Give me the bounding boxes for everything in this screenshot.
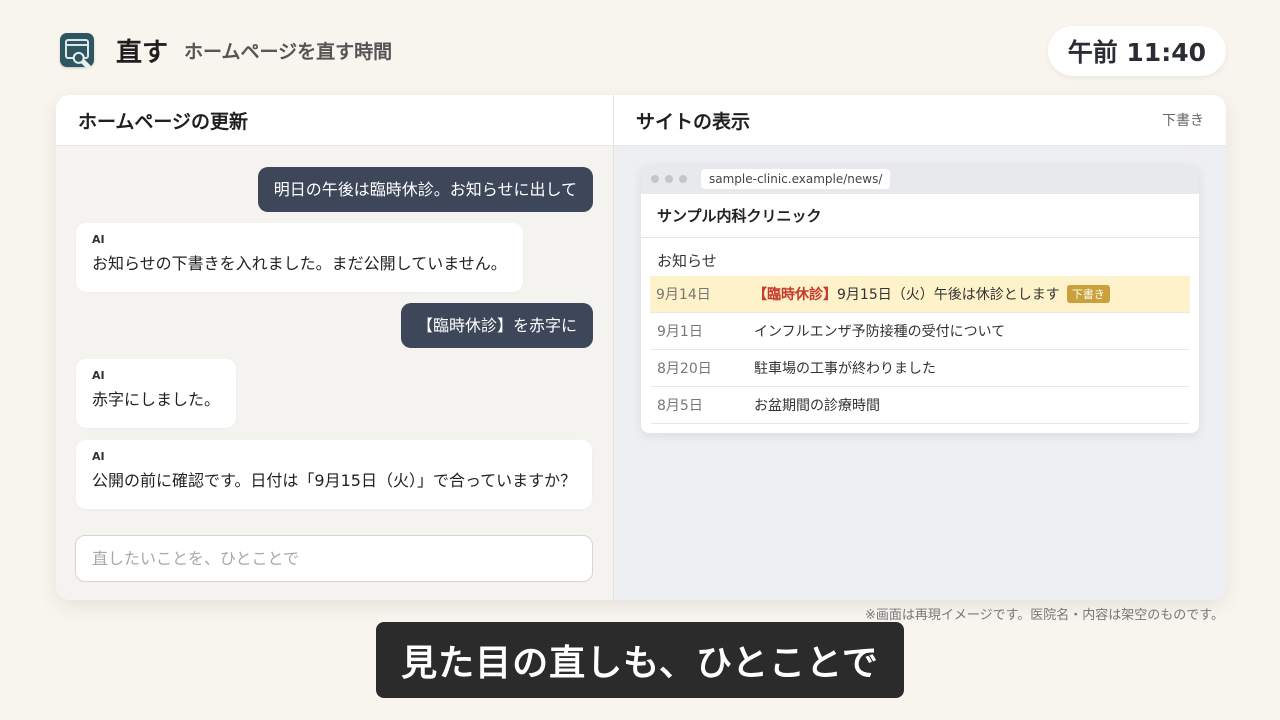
preview-panel: サイトの表示 下書き sample-clinic.example/news/ サ… bbox=[614, 95, 1226, 600]
news-title: インフルエンザ予防接種の受付について bbox=[754, 324, 1006, 340]
ai-message: AI 公開の前に確認です。日付は「9月15日（火）」で合っていますか？ bbox=[76, 440, 593, 509]
draft-badge: 下書き bbox=[1066, 285, 1110, 303]
draft-status-label: 下書き bbox=[1162, 113, 1204, 129]
ai-message-text: 公開の前に確認です。日付は「9月15日（火）」で合っていますか？ bbox=[92, 471, 577, 490]
app-title: 直す bbox=[116, 37, 169, 68]
ai-message-text: 赤字にしました。 bbox=[92, 390, 221, 409]
site-name: サンプル内科クリニック bbox=[641, 194, 1199, 238]
user-message: 【臨時休診】を赤字に bbox=[400, 303, 593, 348]
news-section-title: お知らせ bbox=[657, 252, 717, 270]
ai-message: AI 赤字にしました。 bbox=[76, 359, 237, 428]
user-message: 明日の午後は臨時休診。お知らせに出して bbox=[257, 167, 593, 212]
window-dot-icon bbox=[665, 175, 673, 183]
news-row[interactable]: 8月5日 お盆期間の診療時間 bbox=[651, 387, 1189, 424]
news-row[interactable]: 8月20日 駐車場の工事が終わりました bbox=[651, 350, 1189, 387]
ai-message: AI お知らせの下書きを入れました。まだ公開していません。 bbox=[76, 223, 523, 292]
news-row-draft[interactable]: 9月14日 【臨時休診】9月15日（火）午後は休診とします 下書き bbox=[650, 276, 1190, 313]
preview-panel-header: サイトの表示 下書き bbox=[614, 95, 1226, 146]
app-subtitle: ホームページを直す時間 bbox=[184, 40, 393, 63]
app-header: 直す ホームページを直す時間 bbox=[60, 28, 392, 72]
window-dot-icon bbox=[651, 175, 659, 183]
news-date: 9月1日 bbox=[657, 324, 703, 340]
news-title: お盆期間の診療時間 bbox=[754, 398, 880, 414]
emergency-closure-tag: 【臨時休診】 bbox=[753, 287, 837, 303]
clock: 午前 11:40 bbox=[1047, 26, 1226, 76]
news-title-text: 9月15日（火）午後は休診とします bbox=[837, 287, 1060, 303]
news-date: 8月5日 bbox=[657, 398, 703, 414]
news-row[interactable]: 9月1日 インフルエンザ予防接種の受付について bbox=[651, 313, 1189, 350]
preview-panel-title: サイトの表示 bbox=[636, 110, 751, 133]
news-title: 【臨時休診】9月15日（火）午後は休診とします bbox=[753, 284, 1060, 304]
browser-wrench-icon bbox=[60, 33, 94, 70]
url-bar[interactable]: sample-clinic.example/news/ bbox=[701, 169, 891, 189]
browser-toolbar: sample-clinic.example/news/ bbox=[641, 164, 1199, 194]
ai-sender-label: AI bbox=[92, 369, 105, 382]
chat-input[interactable] bbox=[75, 535, 593, 582]
browser-preview: sample-clinic.example/news/ サンプル内科クリニック … bbox=[641, 164, 1199, 433]
ai-sender-label: AI bbox=[92, 450, 105, 463]
main-window: ホームページの更新 明日の午後は臨時休診。お知らせに出して AI お知らせの下書… bbox=[56, 95, 1226, 600]
caption-subtitle: 見た目の直しも、ひとことで bbox=[376, 622, 904, 698]
ai-message-text: お知らせの下書きを入れました。まだ公開していません。 bbox=[92, 254, 507, 273]
chat-panel: ホームページの更新 明日の午後は臨時休診。お知らせに出して AI お知らせの下書… bbox=[56, 95, 614, 600]
disclaimer: ※画面は再現イメージです。医院名・内容は架空のものです。 bbox=[864, 608, 1224, 623]
chat-panel-title: ホームページの更新 bbox=[78, 110, 249, 133]
chat-panel-header: ホームページの更新 bbox=[56, 95, 613, 146]
news-date: 8月20日 bbox=[657, 361, 712, 377]
news-title: 駐車場の工事が終わりました bbox=[754, 361, 936, 377]
window-dot-icon bbox=[679, 175, 687, 183]
ai-sender-label: AI bbox=[92, 233, 105, 246]
news-date: 9月14日 bbox=[656, 287, 711, 303]
